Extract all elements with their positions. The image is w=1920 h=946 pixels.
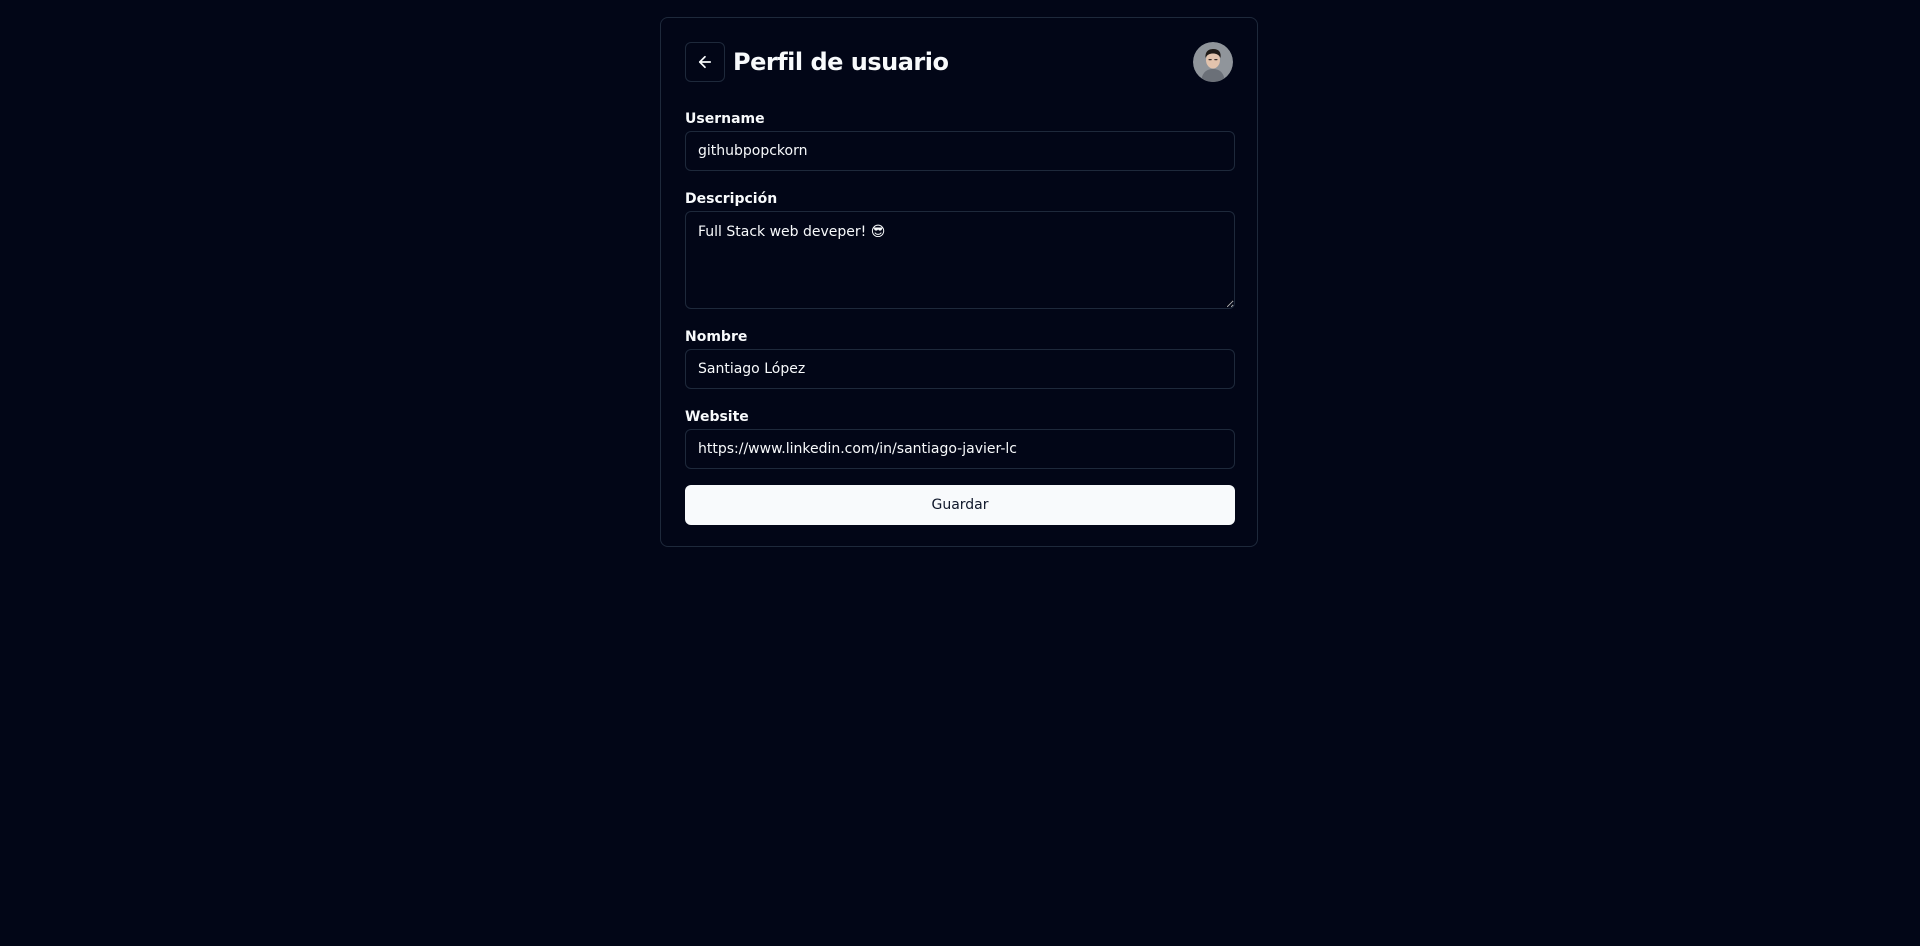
username-label: Username [685, 111, 765, 127]
name-label: Nombre [685, 329, 748, 345]
arrow-left-icon [698, 55, 712, 69]
page-title: Perfil de usuario [733, 48, 949, 76]
profile-header: Perfil de usuario [685, 42, 1233, 82]
avatar[interactable] [1193, 42, 1233, 82]
profile-card: Perfil de usuario Username Descripción F… [660, 17, 1258, 547]
description-textarea[interactable]: Full Stack web deveper! 😎 [685, 211, 1235, 309]
description-label: Descripción [685, 191, 778, 207]
name-input[interactable] [685, 349, 1235, 389]
back-button[interactable] [685, 42, 725, 82]
user-avatar-icon [1193, 42, 1233, 82]
website-label: Website [685, 409, 749, 425]
website-input[interactable] [685, 429, 1235, 469]
username-input[interactable] [685, 131, 1235, 171]
save-button[interactable]: Guardar [685, 485, 1235, 525]
